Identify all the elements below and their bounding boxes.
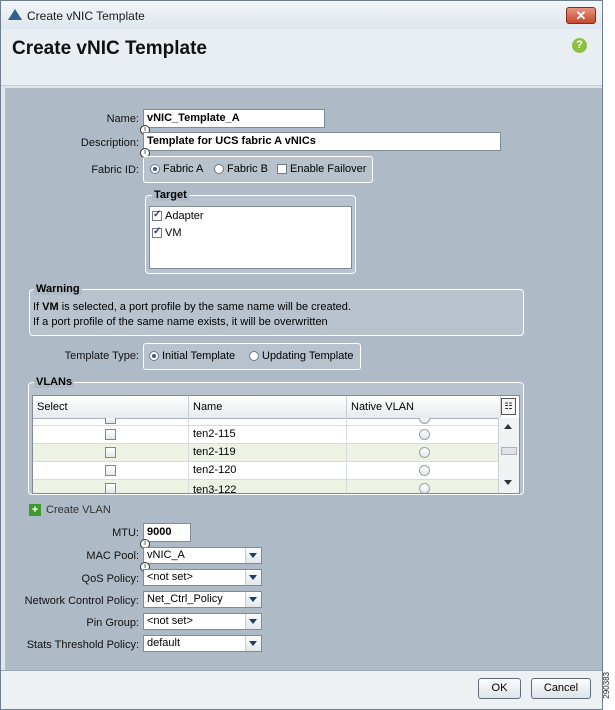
column-name[interactable]: Name xyxy=(189,396,347,418)
vlan-name: ten2-119 xyxy=(189,444,347,462)
updating-template-label: Updating Template xyxy=(262,350,354,362)
table-row[interactable]: ten3-122 xyxy=(33,480,503,493)
scroll-up-icon[interactable] xyxy=(504,424,512,429)
pin-group-label: Pin Group: xyxy=(86,617,139,629)
native-vlan-radio[interactable] xyxy=(419,483,430,493)
table-row[interactable]: ten2-119 xyxy=(33,444,503,462)
select-checkbox[interactable] xyxy=(105,447,116,458)
initial-template-label: Initial Template xyxy=(162,350,236,362)
app-triangle-icon xyxy=(8,9,22,20)
pin-group-value: <not set> xyxy=(147,615,193,627)
page-title: Create vNIC Template xyxy=(12,38,207,59)
updating-template-radio[interactable] xyxy=(249,351,259,362)
chevron-down-icon[interactable] xyxy=(245,548,261,563)
name-field[interactable]: vNIC_Template_A xyxy=(143,109,325,128)
initial-template-option[interactable]: Initial Template xyxy=(149,350,235,362)
dialog-header: Create vNIC Template ? xyxy=(1,29,602,86)
warning-line-2: If a port profile of the same name exist… xyxy=(33,316,328,328)
initial-template-radio[interactable] xyxy=(149,351,159,362)
target-list: Adapter VM xyxy=(149,206,352,269)
help-icon[interactable]: ? xyxy=(572,38,587,53)
table-row[interactable]: ten2-120 xyxy=(33,462,503,480)
target-title: Target xyxy=(152,189,189,201)
vlan-name: ten2-120 xyxy=(189,462,347,480)
description-label: Description: xyxy=(80,137,139,149)
qos-policy-value: <not set> xyxy=(147,571,193,583)
target-adapter-item[interactable]: Adapter xyxy=(152,209,204,222)
vlan-table-scrollbar[interactable] xyxy=(498,418,519,493)
pin-group-select[interactable]: <not set> xyxy=(143,613,262,630)
template-type-label: Template Type: xyxy=(64,350,139,362)
select-checkbox[interactable] xyxy=(105,429,116,440)
adapter-label: Adapter xyxy=(165,210,204,222)
updating-template-option[interactable]: Updating Template xyxy=(249,350,354,362)
chevron-down-icon[interactable] xyxy=(245,636,261,651)
mac-pool-label: MAC Pool: xyxy=(86,550,139,562)
chevron-down-icon[interactable] xyxy=(245,614,261,629)
scroll-down-icon[interactable] xyxy=(504,480,512,485)
table-row-partial[interactable] xyxy=(33,418,503,426)
stats-threshold-policy-value: default xyxy=(147,637,181,649)
enable-failover-option[interactable]: Enable Failover xyxy=(277,163,366,175)
mtu-label: MTU: xyxy=(112,527,139,539)
network-control-policy-label: Network Control Policy: xyxy=(24,595,139,607)
vlan-name: ten2-115 xyxy=(189,426,347,444)
network-control-policy-value: Net_Ctrl_Policy xyxy=(147,593,223,605)
window-title: Create vNIC Template xyxy=(27,9,145,23)
native-vlan-radio[interactable] xyxy=(419,465,430,476)
native-vlan-radio[interactable] xyxy=(419,429,430,440)
scroll-thumb[interactable] xyxy=(501,447,517,455)
description-field[interactable]: Template for UCS fabric A vNICs xyxy=(143,132,501,151)
fabric-a-label: Fabric A xyxy=(163,163,204,175)
qos-policy-select[interactable]: <not set> xyxy=(143,569,262,586)
column-native-vlan[interactable]: Native VLAN xyxy=(347,396,501,418)
select-checkbox[interactable] xyxy=(105,418,116,424)
fabric-b-radio[interactable] xyxy=(214,164,224,175)
qos-policy-label: QoS Policy: xyxy=(81,573,139,585)
vlan-table: Select Name Native VLAN ten2-115 ten2-11… xyxy=(32,395,520,494)
mtu-field[interactable]: 9000 xyxy=(143,523,191,542)
create-vlan-button[interactable]: + Create VLAN xyxy=(29,504,111,517)
cancel-button[interactable]: Cancel xyxy=(531,678,591,699)
target-vm-item[interactable]: VM xyxy=(152,226,182,239)
mac-pool-value: vNIC_A xyxy=(147,549,185,561)
create-vnic-template-dialog: Create vNIC Template ✕ Create vNIC Templ… xyxy=(0,0,603,710)
vlans-title: VLANs xyxy=(34,376,75,388)
mac-pool-select[interactable]: vNIC_A xyxy=(143,547,262,564)
fabric-b-label: Fabric B xyxy=(227,163,268,175)
ok-button[interactable]: OK xyxy=(478,678,521,699)
select-checkbox[interactable] xyxy=(105,483,116,493)
warning-title: Warning xyxy=(34,283,82,295)
warning-line-1: If VM is selected, a port profile by the… xyxy=(33,301,351,313)
vm-checkbox[interactable] xyxy=(152,226,162,239)
native-vlan-radio[interactable] xyxy=(419,447,430,458)
name-label: Name: xyxy=(106,113,139,125)
vm-label: VM xyxy=(165,227,182,239)
table-row[interactable]: ten2-115 xyxy=(33,426,503,444)
enable-failover-label: Enable Failover xyxy=(290,163,367,175)
fabric-id-label: Fabric ID: xyxy=(91,164,139,176)
chevron-down-icon[interactable] xyxy=(245,592,261,607)
fabric-a-radio[interactable] xyxy=(150,164,160,175)
stats-threshold-policy-select[interactable]: default xyxy=(143,635,262,652)
column-chooser-icon[interactable]: ☷ xyxy=(501,398,516,415)
title-bar[interactable]: Create vNIC Template ✕ xyxy=(1,1,602,30)
enable-failover-checkbox[interactable] xyxy=(277,164,287,175)
dialog-footer: OK Cancel xyxy=(1,670,602,709)
chevron-down-icon[interactable] xyxy=(245,570,261,585)
close-button[interactable]: ✕ xyxy=(566,7,596,24)
figure-code: 290383 xyxy=(602,672,611,699)
vlan-table-header: Select Name Native VLAN xyxy=(33,396,501,419)
fabric-a-option[interactable]: Fabric A xyxy=(150,163,203,175)
network-control-policy-select[interactable]: Net_Ctrl_Policy xyxy=(143,591,262,608)
adapter-checkbox[interactable] xyxy=(152,209,162,222)
fabric-b-option[interactable]: Fabric B xyxy=(214,163,268,175)
create-vlan-label: Create VLAN xyxy=(46,504,111,516)
vlan-name: ten3-122 xyxy=(189,480,347,493)
plus-icon: + xyxy=(29,504,41,517)
native-vlan-radio[interactable] xyxy=(419,418,430,424)
column-select[interactable]: Select xyxy=(33,396,189,418)
select-checkbox[interactable] xyxy=(105,465,116,476)
stats-threshold-policy-label: Stats Threshold Policy: xyxy=(26,639,139,651)
